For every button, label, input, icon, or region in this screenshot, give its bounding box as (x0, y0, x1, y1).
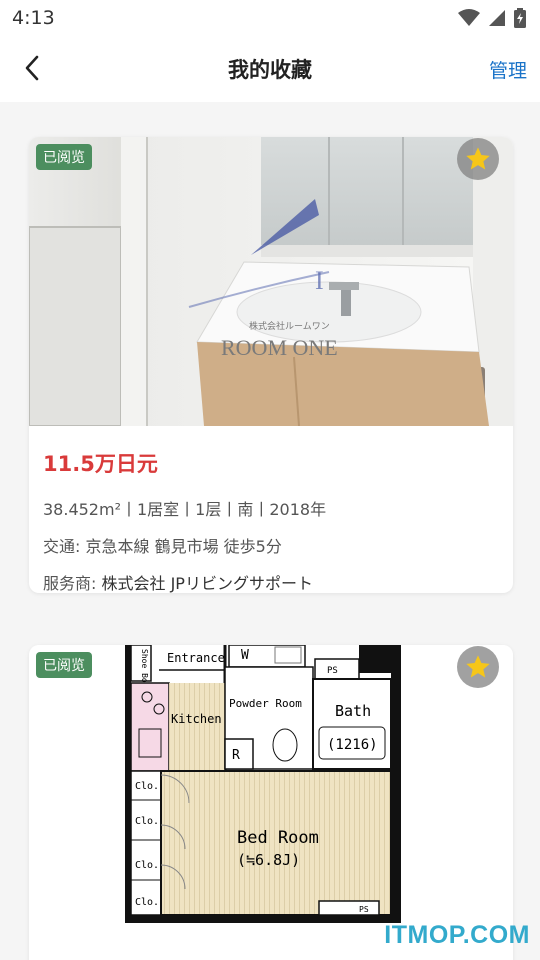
traffic-value: 京急本線 鶴見市場 徒歩5分 (85, 537, 282, 556)
star-icon (466, 147, 490, 170)
listing-price: 11.5万日元 (43, 452, 158, 476)
fp-r: R (232, 748, 240, 763)
fp-kitchen: Kitchen (171, 712, 222, 726)
fp-bath-size: (1216) (327, 737, 378, 753)
star-icon (466, 655, 490, 678)
battery-icon (514, 8, 526, 28)
page-title: 我的收藏 (228, 58, 312, 82)
fp-clo: Clo. (135, 816, 159, 827)
listing-agent: 服务商: 株式会社 JPリビングサポート (43, 570, 499, 593)
fp-bed-size: (≒6.8J) (237, 851, 300, 869)
image-logo-text: ROOM ONE (221, 335, 338, 360)
status-icons (458, 6, 526, 30)
listing-traffic: 交通: 京急本線 鶴見市場 徒歩5分 (43, 533, 499, 557)
manage-button[interactable]: 管理 (489, 56, 527, 83)
watermark-text: ITMOP.COM (384, 921, 530, 949)
wifi-icon (458, 9, 480, 26)
fp-ps-top: PS (327, 666, 338, 676)
listing-photo: I 株式会社ルームワン ROOM ONE 已阅览 (29, 137, 513, 426)
bathroom-vanity-photo: I 株式会社ルームワン ROOM ONE (29, 137, 513, 426)
viewed-badge: 已阅览 (36, 144, 92, 170)
listing-card[interactable]: I 株式会社ルームワン ROOM ONE 已阅览 11.5万日元 38.452m… (29, 137, 513, 593)
fp-entrance: Entrance (167, 651, 225, 665)
status-bar: 4:13 (0, 0, 540, 36)
fp-powder-room: Powder Room (229, 697, 302, 710)
traffic-label: 交通: (43, 537, 81, 556)
favorite-button[interactable] (457, 646, 499, 688)
fp-w: W (241, 648, 249, 663)
fp-shoe-box: Shoe Box (140, 649, 149, 688)
fp-clo: Clo. (135, 781, 159, 792)
listing-specs: 38.452m²丨1居室丨1层丨南丨2018年 (43, 500, 327, 519)
app-header: 我的收藏 管理 (0, 36, 540, 102)
listing-floorplan: Shoe Box Entrance Kitchen W Powder Room … (29, 645, 513, 935)
fp-bed-room: Bed Room (237, 828, 319, 848)
floorplan-image: Shoe Box Entrance Kitchen W Powder Room … (125, 645, 401, 935)
fp-clo: Clo. (135, 860, 159, 871)
fp-clo: Clo. (135, 897, 159, 908)
status-time: 4:13 (12, 7, 55, 29)
fp-ps-bottom: PS (359, 905, 369, 914)
agent-label: 服务商: (43, 574, 97, 593)
logo-mark: I (315, 266, 324, 295)
listing-card[interactable]: Shoe Box Entrance Kitchen W Powder Room … (29, 645, 513, 960)
listing-info: 11.5万日元 38.452m²丨1居室丨1层丨南丨2018年 交通: 京急本線… (29, 448, 513, 593)
viewed-badge: 已阅览 (36, 652, 92, 678)
agent-name: 株式会社 JPリビングサポート (101, 574, 313, 593)
favorite-button[interactable] (457, 138, 499, 180)
fp-bath: Bath (335, 702, 371, 720)
signal-icon (489, 10, 505, 26)
image-logo-sub: 株式会社ルームワン (249, 320, 330, 332)
